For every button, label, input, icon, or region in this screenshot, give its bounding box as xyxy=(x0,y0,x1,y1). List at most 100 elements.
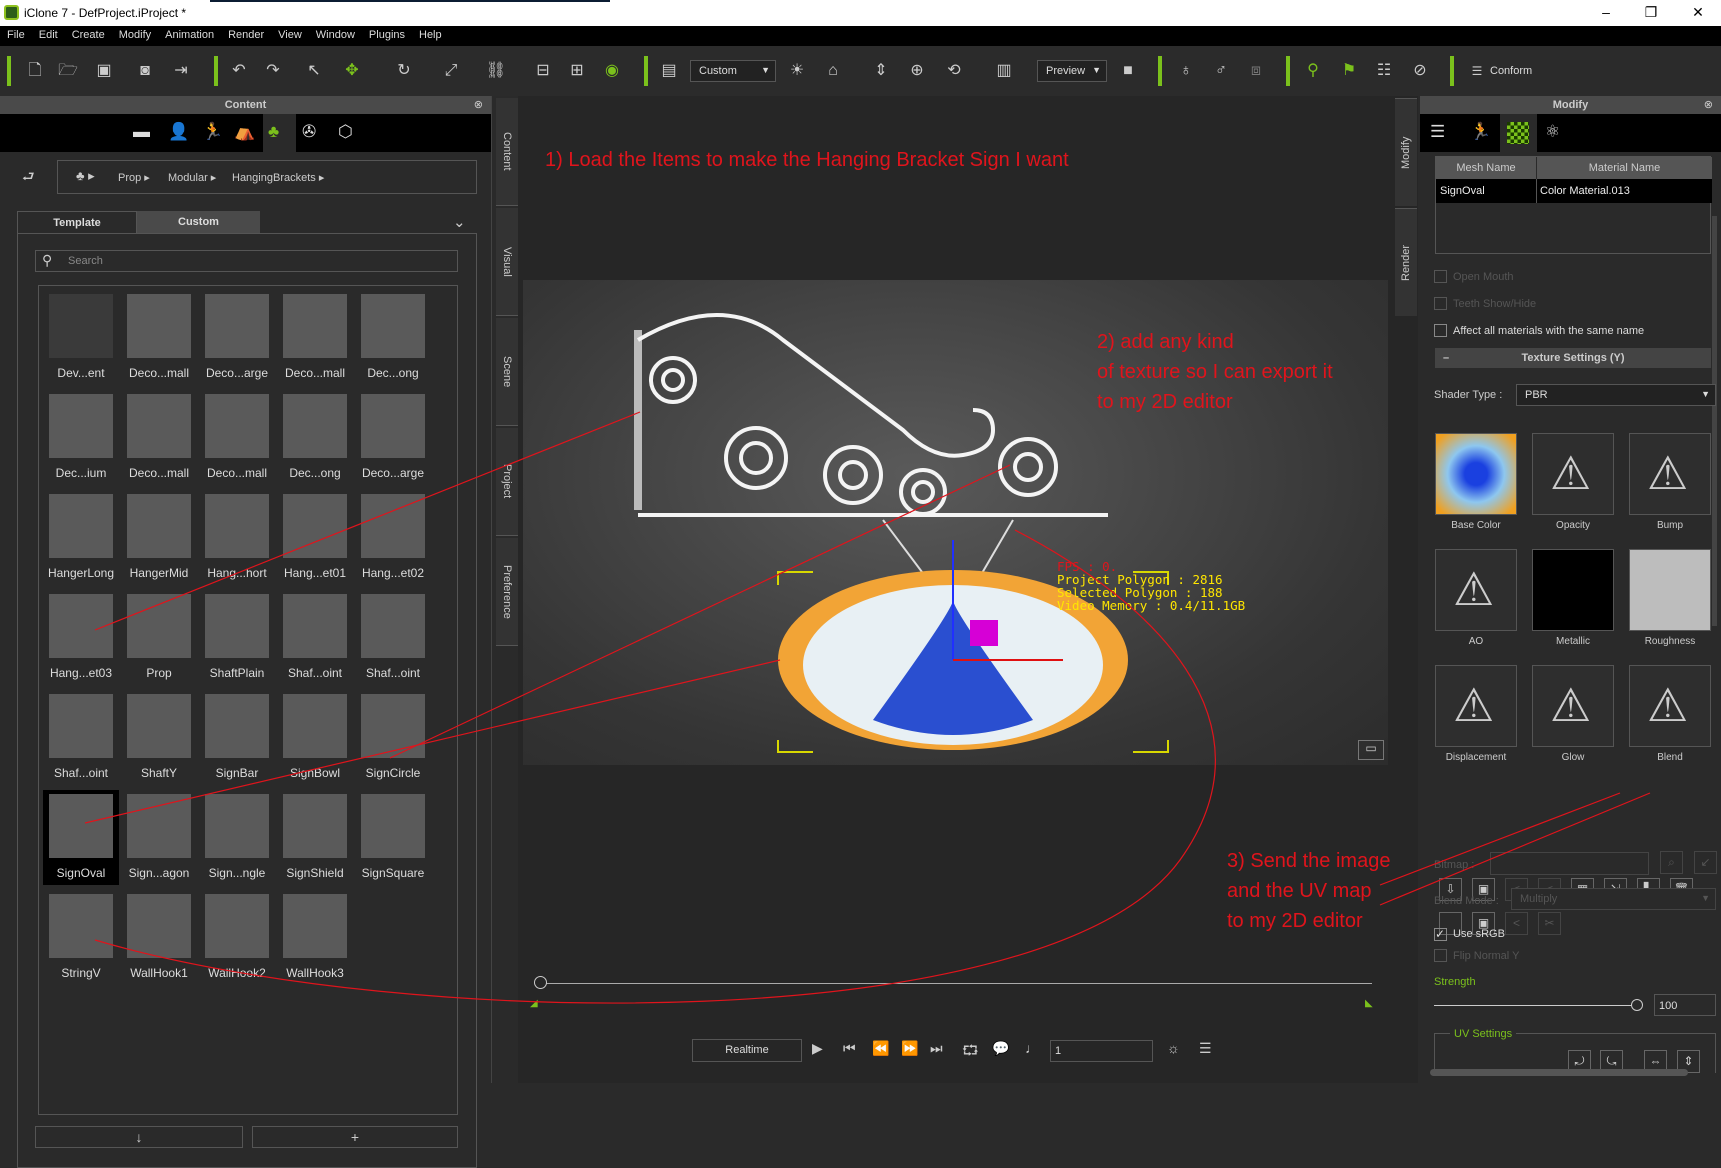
camera-icon[interactable]: ■ xyxy=(1117,60,1139,82)
close-panel-icon[interactable]: ⊗ xyxy=(1704,96,1713,114)
props-home-icon[interactable]: ♣ ▸ xyxy=(76,168,95,184)
timeline-icon[interactable]: ☰ xyxy=(1199,1040,1212,1057)
download-button[interactable]: ↓ xyxy=(35,1126,243,1148)
menu-animation[interactable]: Animation xyxy=(158,26,221,46)
folder-icon[interactable]: ▬ xyxy=(133,122,150,142)
save-icon[interactable]: ▣ xyxy=(93,60,115,82)
side-tab-modify[interactable]: Modify xyxy=(1395,98,1417,206)
menu-create[interactable]: Create xyxy=(65,26,112,46)
share2-icon[interactable]: < xyxy=(1505,912,1528,935)
pivot-icon[interactable]: ⊘ xyxy=(1409,60,1431,82)
texture-slot-blend[interactable]: ⚠ xyxy=(1629,665,1711,747)
menu-edit[interactable]: Edit xyxy=(32,26,65,46)
cut-icon[interactable]: ✂ xyxy=(1538,912,1561,935)
strength-slider-handle[interactable] xyxy=(1631,999,1643,1011)
strength-slider[interactable] xyxy=(1434,1005,1634,1006)
home-icon[interactable]: ⌂ xyxy=(822,60,844,82)
material-checker-icon[interactable] xyxy=(1500,114,1537,152)
content-item[interactable]: SignBar xyxy=(199,690,275,785)
bitmap-field[interactable] xyxy=(1490,852,1649,875)
menu-plugins[interactable]: Plugins xyxy=(362,26,412,46)
conform-button[interactable]: Conform xyxy=(1490,65,1532,77)
content-item[interactable]: Prop xyxy=(121,590,197,685)
content-item[interactable]: Deco...mall xyxy=(199,390,275,485)
subtitle-icon[interactable]: 💬 xyxy=(992,1040,1009,1057)
content-item[interactable]: Deco...arge xyxy=(355,390,431,485)
content-item[interactable]: Deco...mall xyxy=(121,390,197,485)
close-button[interactable]: ✕ xyxy=(1683,4,1713,21)
texture-slot-bump[interactable]: ⚠ xyxy=(1629,433,1711,515)
restore-button[interactable]: ❐ xyxy=(1636,4,1666,21)
search-input[interactable]: Search xyxy=(35,250,458,272)
horizontal-scrollbar[interactable] xyxy=(1430,1069,1688,1076)
content-item[interactable]: Shaf...oint xyxy=(277,590,353,685)
side-tab-content[interactable]: Content xyxy=(496,98,518,206)
fast-forward-icon[interactable]: ⏩ xyxy=(901,1040,918,1057)
side-tab-preference[interactable]: Preference xyxy=(496,538,518,646)
menu-help[interactable]: Help xyxy=(412,26,449,46)
texture-slot-glow[interactable]: ⚠ xyxy=(1532,665,1614,747)
go-start-icon[interactable]: ⏮ xyxy=(843,1040,856,1057)
content-item[interactable]: WallHook1 xyxy=(121,890,197,985)
fit-all-icon[interactable]: ⊕ xyxy=(906,60,928,82)
blend-mode-dropdown[interactable]: Multiply xyxy=(1511,888,1716,910)
content-item[interactable]: SignBowl xyxy=(277,690,353,785)
timeline-track[interactable] xyxy=(540,983,1372,984)
scale-icon[interactable]: ⤢ xyxy=(440,60,462,82)
playback-mode-button[interactable]: Realtime xyxy=(692,1039,802,1062)
use-srgb-checkbox[interactable]: ✓ xyxy=(1434,928,1447,941)
breadcrumb-item[interactable]: Modular ▸ xyxy=(168,171,216,184)
content-item[interactable]: ShaftPlain xyxy=(199,590,275,685)
content-item[interactable]: ShaftY xyxy=(121,690,197,785)
content-item[interactable]: Deco...mall xyxy=(121,290,197,385)
align-icon[interactable]: ⊟ xyxy=(532,60,554,82)
flag-icon[interactable]: ⚑ xyxy=(1338,60,1360,82)
breadcrumb-item[interactable]: Prop ▸ xyxy=(118,171,150,184)
menu-file[interactable]: File xyxy=(0,26,32,46)
content-item[interactable]: Sign...agon xyxy=(121,790,197,885)
range-start-marker[interactable]: ◢ xyxy=(530,998,538,1009)
side-tab-scene[interactable]: Scene xyxy=(496,318,518,426)
physics-icon[interactable]: ♁ xyxy=(1175,60,1197,82)
motion-icon[interactable]: 🏃 xyxy=(202,122,223,142)
texture-settings-header[interactable]: – Texture Settings (Y) xyxy=(1435,348,1711,368)
pick-icon[interactable]: ⚲ xyxy=(1302,60,1324,82)
shader-type-dropdown[interactable]: PBR xyxy=(1516,384,1716,406)
film-icon[interactable]: ✇ xyxy=(302,122,316,142)
texture-slot-base-color[interactable] xyxy=(1435,433,1517,515)
range-end-marker[interactable]: ◣ xyxy=(1365,998,1373,1009)
content-item[interactable]: Dec...ong xyxy=(355,290,431,385)
texture-slot-roughness[interactable] xyxy=(1629,549,1711,631)
close-panel-icon[interactable]: ⊗ xyxy=(474,96,483,114)
content-item[interactable]: HangerMid xyxy=(121,490,197,585)
rotate-icon[interactable]: ↻ xyxy=(393,60,415,82)
content-item[interactable]: Shaf...oint xyxy=(43,690,119,785)
actor-icon[interactable]: 👤 xyxy=(168,122,189,142)
content-item[interactable]: SignOval xyxy=(43,790,119,885)
cubes-icon[interactable]: ⧈ xyxy=(1245,60,1267,82)
checklist-icon[interactable]: ☷ xyxy=(1373,60,1395,82)
motion-icon[interactable]: 🏃 xyxy=(1470,122,1491,142)
flip-normal-checkbox[interactable] xyxy=(1434,949,1447,962)
select-icon[interactable]: ↖ xyxy=(303,60,325,82)
content-item[interactable]: SignShield xyxy=(277,790,353,885)
texture-slot-opacity[interactable]: ⚠ xyxy=(1532,433,1614,515)
loop-icon[interactable]: ⮔ xyxy=(962,1040,979,1064)
content-item[interactable]: Dec...ium xyxy=(43,390,119,485)
back-icon[interactable]: ⮐ xyxy=(22,166,35,190)
side-tab-render[interactable]: Render xyxy=(1395,208,1417,316)
content-item[interactable]: Dev...ent xyxy=(43,290,119,385)
texture-slot-ao[interactable]: ⚠ xyxy=(1435,549,1517,631)
frame-input[interactable]: 1 xyxy=(1050,1040,1153,1062)
timeline-handle[interactable] xyxy=(534,976,547,989)
new-file-icon[interactable]: 🗋 xyxy=(24,60,46,82)
minimize-button[interactable]: – xyxy=(1591,4,1621,20)
display-mode-icon[interactable]: ▥ xyxy=(993,60,1015,82)
content-item[interactable]: Hang...et01 xyxy=(277,490,353,585)
viewport-layout-icon[interactable]: ▤ xyxy=(658,60,680,82)
content-item[interactable]: WallHook2 xyxy=(199,890,275,985)
content-item[interactable]: SignCircle xyxy=(355,690,431,785)
sliders-icon[interactable]: ☰ xyxy=(1430,122,1445,142)
conform-icon[interactable]: ☰ xyxy=(1466,60,1488,82)
content-item[interactable]: Deco...arge xyxy=(199,290,275,385)
